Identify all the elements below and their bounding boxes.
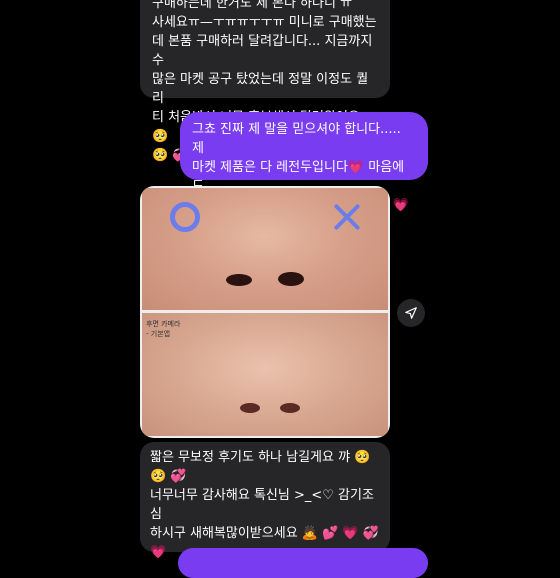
send-icon bbox=[405, 307, 417, 319]
outgoing-message-bubble[interactable] bbox=[178, 548, 428, 578]
after-photo: 후면 카메라 - 기본앱 bbox=[142, 313, 388, 436]
incoming-message-bubble[interactable]: 짧은 무보정 후기도 하나 남길게요 꺄 🥺 🥺 💞 너무너무 감사해요 톡신님… bbox=[140, 442, 390, 560]
x-mark-icon bbox=[332, 202, 362, 232]
nostril-shape bbox=[226, 274, 252, 286]
message-text: 짧은 무보정 후기도 하나 남길게요 꺄 🥺 🥺 💞 너무너무 감사해요 톡신님… bbox=[150, 450, 379, 560]
photo-attachment[interactable]: 후면 카메라 - 기본앱 bbox=[140, 186, 390, 438]
before-photo bbox=[142, 188, 388, 310]
circle-mark-icon bbox=[170, 202, 200, 232]
nostril-shape bbox=[240, 403, 260, 413]
outgoing-message-bubble[interactable]: 그쵸 진짜 제 말을 믿으셔야 합니다..... 제 마켓 제품은 다 레전두입… bbox=[180, 112, 428, 213]
nostril-shape bbox=[278, 272, 304, 286]
nostril-shape bbox=[280, 403, 300, 413]
incoming-message-bubble[interactable]: 구매하는데 한거도 제 본다 하나니 ㅠ 사세요ㅠ—ㅜㅠㅠㅜㅜㅠ 미니로 구매했… bbox=[140, 0, 390, 163]
camera-label: 후면 카메라 - 기본앱 bbox=[146, 320, 181, 338]
share-button[interactable] bbox=[397, 299, 425, 327]
